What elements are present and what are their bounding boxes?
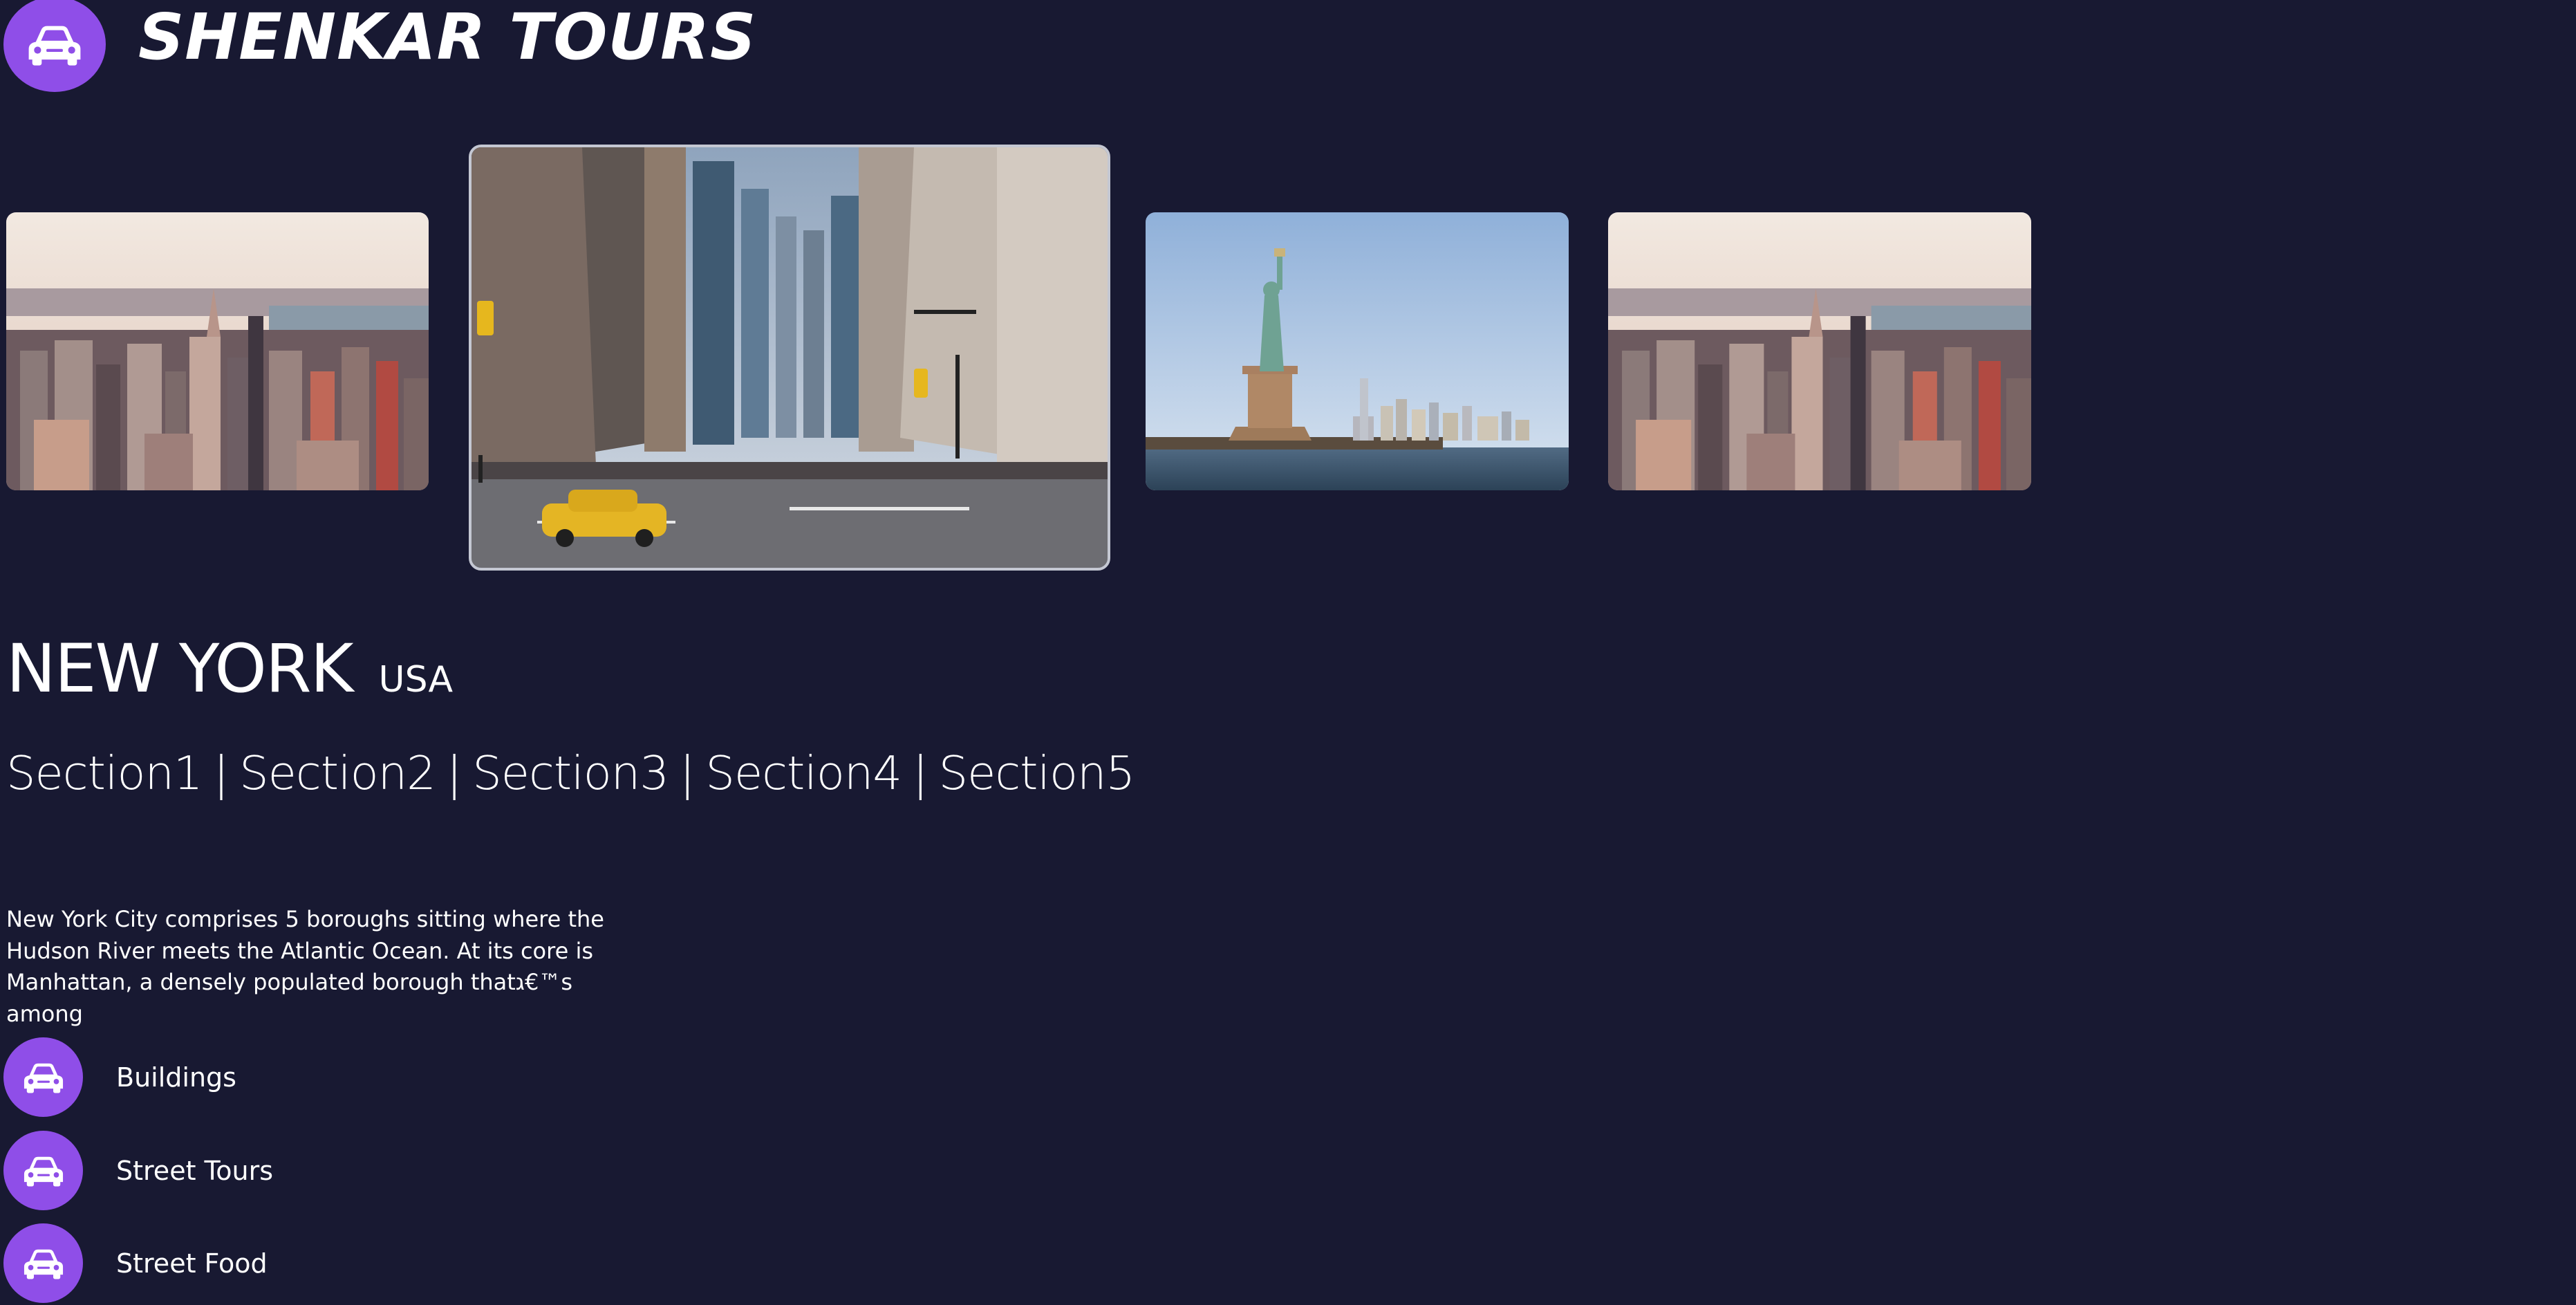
carousel-slide-3[interactable] <box>1146 212 1569 490</box>
section-link-3[interactable]: Section3 <box>472 746 669 800</box>
city-description: New York City comprises 5 boroughs sitti… <box>6 906 604 1027</box>
feature-icon-badge <box>3 1131 83 1210</box>
feature-item-street-food[interactable]: Street Food <box>0 1223 553 1305</box>
country-name: USA <box>378 659 454 701</box>
feature-label: Street Food <box>116 1248 268 1279</box>
sections-nav: Section1 | Section2 | Section3 | Section… <box>6 739 1135 808</box>
nav-separator: | <box>912 746 928 800</box>
feature-icon-badge <box>3 1037 83 1117</box>
feature-item-street-tours[interactable]: Street Tours <box>0 1131 553 1212</box>
city-skyline-image <box>6 212 429 490</box>
feature-label: Street Tours <box>116 1156 274 1186</box>
car-icon <box>21 1246 66 1281</box>
car-icon <box>21 1153 66 1188</box>
nav-separator: | <box>679 746 696 800</box>
statue-of-liberty-image <box>1146 212 1569 490</box>
carousel-slide-2-active[interactable] <box>469 145 1110 571</box>
city-skyline-image <box>1608 212 2031 490</box>
section-link-5[interactable]: Section5 <box>939 746 1136 800</box>
feature-label: Buildings <box>116 1062 236 1093</box>
feature-item-buildings[interactable]: Buildings <box>0 1037 553 1119</box>
feature-icon-badge <box>3 1223 83 1303</box>
nav-separator: | <box>446 746 463 800</box>
destination-heading: NEW YORK USA <box>6 624 453 714</box>
section-link-4[interactable]: Section4 <box>705 746 902 800</box>
carousel-slide-4[interactable] <box>1608 212 2031 490</box>
carousel-slide-1[interactable] <box>6 212 429 490</box>
street-with-yellow-taxi-image <box>472 147 1108 568</box>
car-icon <box>21 1059 66 1095</box>
nav-separator: | <box>213 746 230 800</box>
image-carousel <box>0 0 2576 574</box>
section-link-1[interactable]: Section1 <box>6 746 203 800</box>
city-name: NEW YORK <box>6 630 354 707</box>
section-link-2[interactable]: Section2 <box>239 746 436 800</box>
